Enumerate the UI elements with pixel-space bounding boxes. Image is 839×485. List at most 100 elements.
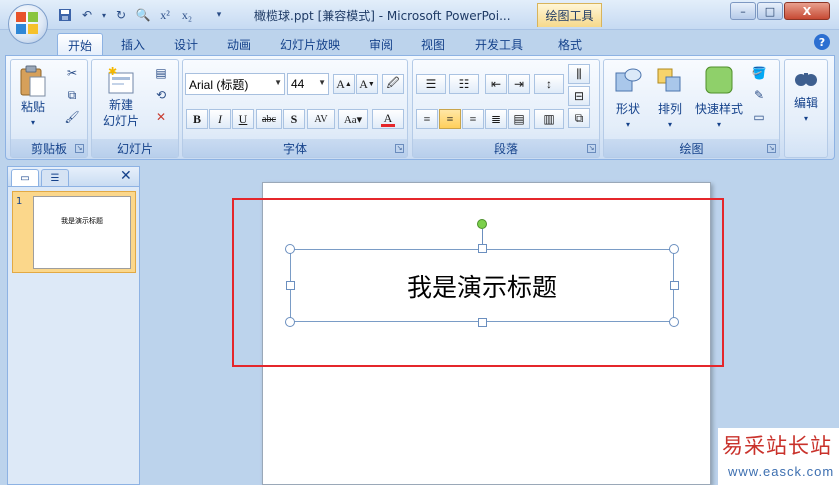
watermark-text: 易采站长站: [722, 434, 832, 458]
increase-indent-button[interactable]: ⇥: [508, 74, 530, 94]
font-name-value: Arial (标题): [189, 77, 249, 92]
font-size-value: 44: [291, 77, 305, 91]
dialog-launcher-icon[interactable]: ↘: [587, 144, 596, 153]
shape-fill-icon[interactable]: 🪣: [750, 64, 768, 82]
decrease-indent-button[interactable]: ⇤: [485, 74, 507, 94]
print-preview-icon[interactable]: 🔍: [134, 6, 152, 24]
copy-icon[interactable]: ⧉: [63, 86, 81, 104]
underline-button[interactable]: U: [232, 109, 254, 129]
new-slide-button[interactable]: ✱ 新建 幻灯片: [94, 65, 148, 129]
svg-text:✱: ✱: [108, 65, 117, 78]
dialog-launcher-icon[interactable]: ↘: [395, 144, 404, 153]
close-icon[interactable]: ✕: [120, 168, 132, 184]
chevron-down-icon: ▾: [716, 120, 721, 129]
smartart-button[interactable]: ⧉: [568, 108, 590, 128]
office-button[interactable]: [8, 4, 48, 44]
slide-number: 1: [16, 196, 23, 207]
tab-home[interactable]: 开始: [57, 33, 103, 56]
font-size-dropdown[interactable]: 44 ▼: [287, 73, 329, 95]
clear-formatting-button[interactable]: 🖉: [382, 74, 404, 94]
chevron-down-icon: ▾: [625, 120, 630, 129]
line-spacing-button[interactable]: ↕: [534, 74, 564, 94]
align-right-button[interactable]: ≡: [462, 109, 484, 129]
watermark-url: www.easck.com: [728, 464, 835, 479]
thumbnail-title: 我是演示标题: [61, 217, 103, 225]
grow-font-button[interactable]: A ▲: [333, 74, 355, 94]
tab-format[interactable]: 格式: [547, 33, 593, 56]
undo-icon[interactable]: ↶: [78, 6, 96, 24]
distributed-button[interactable]: ▤: [508, 109, 530, 129]
quick-styles-label: 快速样式: [694, 102, 743, 116]
redo-icon[interactable]: ↻: [112, 6, 130, 24]
reset-icon[interactable]: ⟲: [152, 86, 170, 104]
font-group-label: 字体: [183, 139, 407, 157]
shapes-icon: [615, 68, 642, 92]
paste-icon: [20, 65, 46, 97]
paste-button[interactable]: 粘贴 ▾: [15, 65, 51, 131]
tab-developer[interactable]: 开发工具: [466, 33, 532, 56]
subscript-icon[interactable]: x₂: [178, 6, 196, 24]
layout-icon[interactable]: ▤: [152, 64, 170, 82]
tab-insert[interactable]: 插入: [110, 33, 156, 56]
font-color-button[interactable]: A: [372, 109, 404, 129]
dialog-launcher-icon[interactable]: ↘: [767, 144, 776, 153]
tab-slide-show[interactable]: 幻灯片放映: [272, 33, 348, 56]
tab-review[interactable]: 审阅: [358, 33, 404, 56]
office-logo-icon: [16, 12, 40, 36]
shape-outline-icon[interactable]: ✎: [750, 86, 768, 104]
tab-animations[interactable]: 动画: [216, 33, 262, 56]
group-editing: 编辑 ▾: [784, 59, 828, 158]
tab-view[interactable]: 视图: [410, 33, 456, 56]
shape-effects-icon[interactable]: ▭: [750, 108, 768, 126]
slide-thumbnail[interactable]: 1 我是演示标题: [12, 191, 136, 273]
paragraph-group-label: 段落: [413, 139, 599, 157]
shrink-font-button[interactable]: A ▼: [356, 74, 378, 94]
tab-outline-icon[interactable]: ☰: [41, 169, 69, 186]
delete-slide-icon[interactable]: ✕: [152, 108, 170, 126]
help-icon[interactable]: ?: [814, 34, 830, 50]
font-name-dropdown[interactable]: Arial (标题) ▼: [185, 73, 285, 95]
change-case-button[interactable]: Aa▾: [338, 109, 368, 129]
save-icon[interactable]: [56, 6, 74, 24]
window-title: 橄榄球.ppt [兼容模式] - Microsoft PowerPoi...: [254, 9, 511, 23]
close-button[interactable]: X: [784, 2, 830, 20]
tab-design[interactable]: 设计: [163, 33, 209, 56]
chevron-down-icon: ▾: [30, 118, 35, 127]
highlight-annotation-box: [232, 198, 724, 367]
dialog-launcher-icon[interactable]: ↘: [75, 144, 84, 153]
group-slides: ✱ 新建 幻灯片 ▤ ⟲ ✕ 幻灯片: [91, 59, 179, 158]
bold-button[interactable]: B: [186, 109, 208, 129]
cut-icon[interactable]: ✂: [63, 64, 81, 82]
align-left-button[interactable]: ≡: [416, 109, 438, 129]
watermark: 易采站长站 www.easck.com: [718, 428, 839, 485]
tab-slides-icon[interactable]: ▭: [11, 169, 39, 186]
arrange-button[interactable]: 排列 ▾: [650, 65, 690, 133]
superscript-icon[interactable]: x²: [156, 6, 174, 24]
justify-button[interactable]: ≣: [485, 109, 507, 129]
customize-qat-icon[interactable]: ▾: [210, 6, 228, 24]
quick-styles-button[interactable]: 快速样式 ▾: [692, 65, 746, 133]
text-direction-button[interactable]: ⫼: [568, 64, 590, 84]
arrange-label: 排列: [657, 102, 682, 116]
quick-styles-icon: [705, 66, 733, 94]
align-text-button[interactable]: ⊟: [568, 86, 590, 106]
editing-label: 编辑: [793, 96, 818, 110]
columns-button[interactable]: ▥: [534, 109, 564, 129]
maximize-button[interactable]: □: [757, 2, 783, 20]
format-painter-icon[interactable]: 🖌: [63, 108, 81, 126]
align-center-button[interactable]: ≡: [439, 109, 461, 129]
group-paragraph: ☰ ☷ ⇤ ⇥ ↕ ⫼ ⊟ ⧉ ≡ ≡ ≡ ≣ ▤ ▥ 段落 ↘: [412, 59, 600, 158]
bullets-button[interactable]: ☰: [416, 74, 446, 94]
minimize-button[interactable]: –: [730, 2, 756, 20]
numbering-button[interactable]: ☷: [449, 74, 479, 94]
editing-button[interactable]: 编辑 ▾: [788, 65, 824, 127]
drawing-tools-context-tab: 绘图工具: [537, 3, 602, 27]
strikethrough-button[interactable]: abc: [256, 109, 282, 129]
shapes-button[interactable]: 形状 ▾: [608, 65, 648, 133]
quick-access-toolbar: ↶ ▾ ↻ 🔍 x² x₂ ▾: [56, 5, 228, 25]
shadow-button[interactable]: S: [283, 109, 305, 129]
italic-button[interactable]: I: [209, 109, 231, 129]
dropdown-arrow-icon[interactable]: ▾: [100, 6, 108, 24]
character-spacing-button[interactable]: AV: [307, 109, 335, 129]
binoculars-icon: [795, 73, 817, 86]
